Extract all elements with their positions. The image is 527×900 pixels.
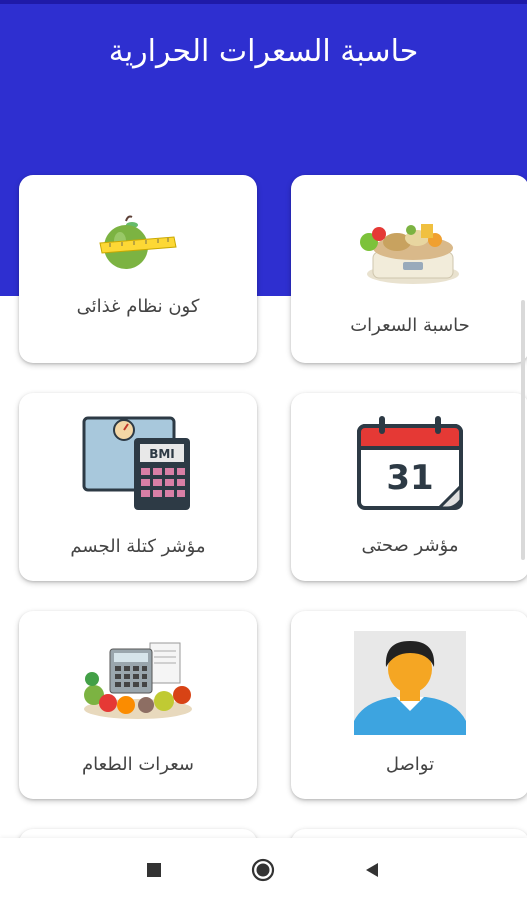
food-calculator-icon <box>19 639 257 723</box>
card-health-indicator[interactable]: 31 مؤشر صحتى <box>291 393 527 581</box>
recents-square-icon[interactable] <box>142 858 166 882</box>
food-scale-icon <box>291 213 527 289</box>
card-build-diet[interactable]: كون نظام غذائى <box>19 175 257 363</box>
system-navigation-bar <box>0 838 527 900</box>
user-avatar-icon <box>291 631 527 735</box>
card-label: سعرات الطعام <box>82 754 194 775</box>
card-label: تواصل <box>385 754 435 775</box>
card-label: حاسبة السعرات <box>350 315 470 336</box>
card-label: مؤشر كتلة الجسم <box>70 536 206 557</box>
card-label: كون نظام غذائى <box>76 296 200 317</box>
card-label: مؤشر صحتى <box>361 535 459 556</box>
calendar-day-number: 31 <box>386 458 433 498</box>
home-circle-icon[interactable] <box>251 858 275 882</box>
card-food-calories[interactable]: سعرات الطعام <box>19 611 257 799</box>
bmi-display-text: BMI <box>149 447 175 461</box>
apple-measuring-tape-icon <box>19 213 257 275</box>
bmi-calculator-icon: BMI <box>19 413 257 515</box>
card-calorie-calculator[interactable]: حاسبة السعرات <box>291 175 527 363</box>
back-triangle-icon[interactable] <box>360 858 384 882</box>
page-title: حاسبة السعرات الحرارية <box>108 34 419 69</box>
calendar-31-icon: 31 <box>291 413 527 513</box>
card-contact[interactable]: تواصل <box>291 611 527 799</box>
card-bmi[interactable]: BMI مؤشر كتلة الجسم <box>19 393 257 581</box>
scrollbar[interactable] <box>521 300 525 560</box>
